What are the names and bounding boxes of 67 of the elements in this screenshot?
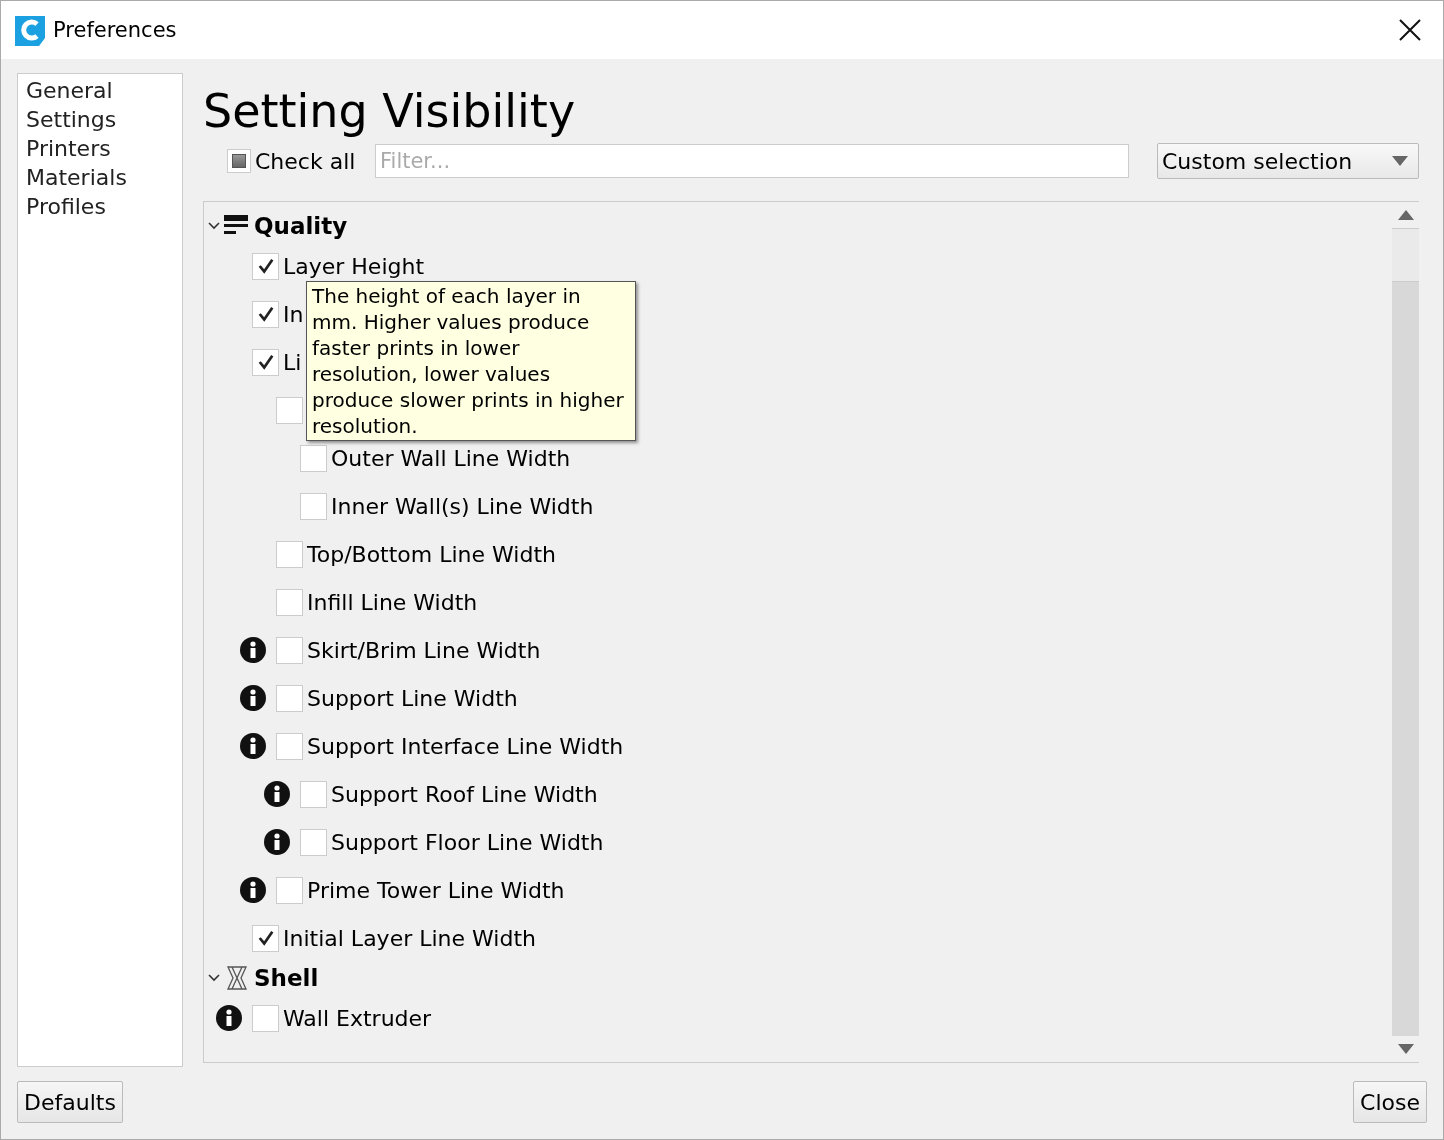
info-icon[interactable] bbox=[264, 829, 290, 855]
category-title[interactable]: Shell bbox=[254, 965, 319, 991]
setting-checkbox[interactable] bbox=[276, 876, 303, 904]
sidebar-item[interactable]: Profiles bbox=[26, 192, 182, 221]
info-icon[interactable] bbox=[240, 685, 266, 711]
preset-dropdown[interactable]: Custom selection bbox=[1157, 143, 1419, 179]
info-icon[interactable] bbox=[216, 1005, 242, 1031]
app-logo-icon bbox=[15, 14, 47, 46]
setting-checkbox[interactable] bbox=[276, 732, 303, 760]
check-all-checkbox[interactable] bbox=[227, 149, 251, 173]
chevron-icon[interactable] bbox=[208, 974, 220, 982]
scroll-thumb[interactable] bbox=[1392, 228, 1419, 282]
setting-checkbox[interactable] bbox=[300, 780, 327, 808]
setting-checkbox[interactable] bbox=[300, 828, 327, 856]
setting-label: Wall Extruder bbox=[283, 1005, 432, 1031]
check-icon bbox=[256, 305, 275, 323]
setting-label: Li bbox=[283, 349, 302, 375]
setting-label: Initial Layer Line Width bbox=[283, 925, 536, 951]
check-all-label[interactable]: Check all bbox=[255, 148, 375, 174]
setting-checkbox[interactable] bbox=[276, 396, 303, 424]
setting-checkbox[interactable] bbox=[252, 300, 279, 328]
scroll-down-icon[interactable] bbox=[1397, 1044, 1414, 1054]
setting-label: Support Roof Line Width bbox=[331, 781, 598, 807]
setting-checkbox[interactable] bbox=[276, 588, 303, 616]
setting-label: Prime Tower Line Width bbox=[307, 877, 565, 903]
setting-checkbox[interactable] bbox=[276, 636, 303, 664]
dropdown-caret-icon bbox=[1392, 156, 1408, 166]
setting-checkbox[interactable] bbox=[300, 444, 327, 472]
check-icon bbox=[256, 353, 275, 371]
setting-label: Skirt/Brim Line Width bbox=[307, 637, 541, 663]
close-button[interactable]: Close bbox=[1353, 1081, 1427, 1123]
sidebar-item[interactable]: Settings bbox=[26, 105, 182, 134]
window-title: Preferences bbox=[53, 18, 178, 42]
setting-checkbox[interactable] bbox=[252, 1004, 279, 1032]
setting-checkbox[interactable] bbox=[300, 492, 327, 520]
setting-checkbox[interactable] bbox=[252, 924, 279, 952]
setting-checkbox[interactable] bbox=[276, 684, 303, 712]
setting-label: Inner Wall(s) Line Width bbox=[331, 493, 594, 519]
info-icon[interactable] bbox=[240, 733, 266, 759]
tooltip: The height of each layer in mm. Higher values produce faster prints in lower resolution, lower values produce slower prints in higher resolution. bbox=[306, 281, 636, 441]
page-heading: Setting Visibility bbox=[203, 83, 577, 139]
info-icon[interactable] bbox=[264, 781, 290, 807]
setting-checkbox[interactable] bbox=[252, 252, 279, 280]
info-icon[interactable] bbox=[240, 637, 266, 663]
sidebar-item[interactable]: Printers bbox=[26, 134, 182, 163]
setting-label: Top/Bottom Line Width bbox=[307, 541, 556, 567]
setting-label: Support Floor Line Width bbox=[331, 829, 604, 855]
close-icon[interactable] bbox=[1399, 19, 1421, 41]
filter-field[interactable]: Filter... bbox=[375, 144, 1129, 178]
setting-checkbox[interactable] bbox=[276, 540, 303, 568]
setting-label: Support Line Width bbox=[307, 685, 518, 711]
setting-label: Infill Line Width bbox=[307, 589, 478, 615]
chevron-icon[interactable] bbox=[208, 222, 220, 230]
info-icon[interactable] bbox=[240, 877, 266, 903]
category-title[interactable]: Quality bbox=[254, 213, 348, 239]
setting-label: Layer Height bbox=[283, 253, 425, 279]
scroll-up-icon[interactable] bbox=[1397, 210, 1414, 220]
setting-label: In bbox=[283, 301, 304, 327]
sidebar-item[interactable]: General bbox=[26, 76, 182, 105]
sidebar-item[interactable]: Materials bbox=[26, 163, 182, 192]
setting-label: Outer Wall Line Width bbox=[331, 445, 571, 471]
check-icon bbox=[256, 929, 275, 947]
setting-checkbox[interactable] bbox=[252, 348, 279, 376]
defaults-button[interactable]: Defaults bbox=[17, 1081, 123, 1123]
setting-label: Support Interface Line Width bbox=[307, 733, 624, 759]
hourglass-icon bbox=[224, 966, 250, 990]
check-icon bbox=[256, 257, 275, 275]
